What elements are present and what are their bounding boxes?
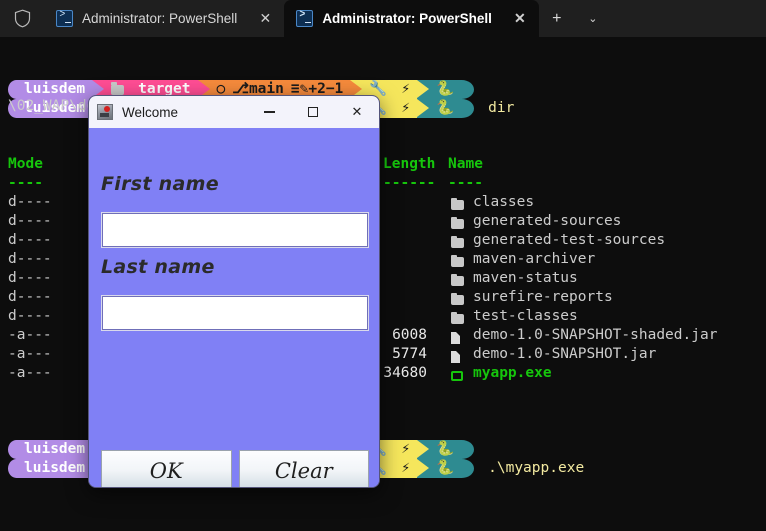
folder-icon [451, 253, 464, 272]
file-icon [451, 351, 460, 363]
terminal-window: Administrator: PowerShell ✕ Administrato… [0, 0, 766, 531]
command-dir: dir [488, 100, 515, 116]
welcome-dialog[interactable]: Welcome ✕ First name Last name OK Clear [88, 95, 380, 488]
listing-mode: d---- [8, 308, 52, 324]
new-tab-button[interactable]: + [539, 0, 575, 37]
folder-icon [451, 292, 464, 305]
folder-icon [451, 196, 464, 215]
folder-icon [451, 254, 464, 267]
prompt-user: luisdem [17, 459, 93, 478]
shield-icon [14, 9, 31, 28]
tab-powershell-1[interactable]: Administrator: PowerShell ✕ [44, 0, 284, 37]
powershell-icon [296, 10, 314, 27]
listing-mode: d---- [8, 270, 52, 286]
listing-name: maven-archiver [473, 251, 596, 267]
listing-name: demo-1.0-SNAPSHOT-shaded.jar [473, 327, 718, 343]
executable-icon [451, 367, 463, 386]
folder-icon [451, 273, 464, 286]
prompt-cap-left [8, 459, 17, 478]
bolt-icon: ⚡ [394, 459, 418, 478]
listing-mode: d---- [8, 232, 52, 248]
tab-dropdown-button[interactable]: ⌄ [575, 0, 611, 37]
bolt-icon: ⚡ [394, 99, 418, 118]
file-icon [451, 332, 460, 344]
listing-name: demo-1.0-SNAPSHOT.jar [473, 346, 657, 362]
java-duke-icon [97, 104, 113, 120]
column-header-mode: Mode [8, 156, 43, 172]
dialog-body: First name Last name OK Clear [89, 128, 379, 487]
prompt-sep-4 [417, 99, 430, 118]
maximize-button[interactable] [291, 96, 335, 128]
rule-mode: ---- [8, 175, 43, 191]
command-run-exe: .\myapp.exe [488, 460, 585, 476]
python-icon: 🐍 [429, 99, 462, 118]
listing-name: maven-status [473, 270, 578, 286]
tab-powershell-2[interactable]: Administrator: PowerShell ✕ [284, 0, 539, 37]
prompt-sep-4 [417, 459, 430, 478]
powershell-icon [56, 10, 73, 27]
file-icon [451, 329, 460, 348]
folder-icon [451, 272, 464, 291]
folder-icon [451, 234, 464, 253]
listing-name: test-classes [473, 308, 578, 324]
python-icon: 🐍 [429, 459, 462, 478]
tab-close-icon[interactable]: ✕ [507, 6, 533, 32]
column-header-length: Length [383, 156, 436, 172]
last-name-label: Last name [101, 256, 215, 278]
ok-button[interactable]: OK [101, 450, 232, 487]
folder-icon [451, 310, 464, 329]
folder-icon [451, 215, 464, 234]
folder-icon [451, 197, 464, 210]
listing-mode: d---- [8, 289, 52, 305]
rule-length: ------ [383, 175, 436, 191]
prompt-cap-right [461, 459, 475, 478]
listing-name: generated-test-sources [473, 232, 666, 248]
listing-mode: d---- [8, 251, 52, 267]
folder-icon [451, 235, 464, 248]
minimize-button[interactable] [247, 96, 291, 128]
first-name-label: First name [101, 173, 219, 195]
listing-mode: d---- [8, 194, 52, 210]
tab-close-icon[interactable]: ✕ [252, 6, 278, 32]
folder-icon [451, 311, 464, 324]
clear-button[interactable]: Clear [238, 450, 369, 487]
dialog-button-row: OK Clear [101, 450, 369, 487]
listing-name: surefire-reports [473, 289, 613, 305]
listing-mode: d---- [8, 213, 52, 229]
last-name-input[interactable] [101, 295, 369, 331]
prompt-cap-right [461, 99, 475, 118]
title-bar: Administrator: PowerShell ✕ Administrato… [0, 0, 766, 37]
folder-icon [451, 216, 464, 229]
listing-name: myapp.exe [473, 365, 552, 381]
file-icon [451, 348, 460, 367]
listing-name: generated-sources [473, 213, 622, 229]
first-name-input[interactable] [101, 212, 369, 248]
close-button[interactable]: ✕ [335, 96, 379, 128]
folder-icon [451, 291, 464, 310]
tab-title: Administrator: PowerShell [322, 11, 492, 26]
dialog-title-bar[interactable]: Welcome ✕ [89, 96, 379, 128]
listing-name: classes [473, 194, 535, 210]
column-header-name: Name [448, 156, 483, 172]
executable-icon [451, 371, 463, 381]
shield-button[interactable] [0, 0, 44, 37]
dialog-title: Welcome [122, 104, 179, 120]
rule-name: ---- [448, 175, 483, 191]
tab-title: Administrator: PowerShell [82, 11, 238, 26]
